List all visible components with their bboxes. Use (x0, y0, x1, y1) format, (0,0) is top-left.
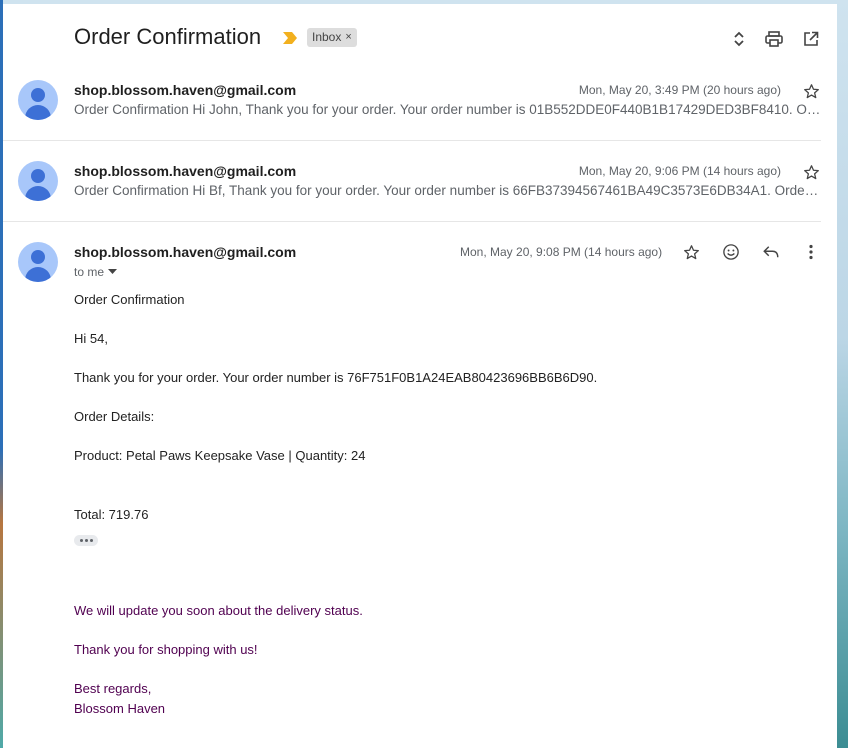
show-trimmed-content-button[interactable] (74, 535, 98, 546)
open-in-new-window-button[interactable] (800, 28, 822, 50)
add-reaction-button[interactable] (720, 241, 742, 263)
reply-icon (763, 246, 779, 258)
inbox-label-chip: Inbox × (307, 28, 357, 47)
message-timestamp: Mon, May 20, 9:06 PM (14 hours ago) (578, 164, 781, 178)
thread-subject: Order Confirmation (74, 24, 262, 49)
star-icon (803, 164, 819, 179)
remove-label-button[interactable]: × (345, 28, 351, 47)
order-number-line: Thank you for your order. Your order num… (74, 370, 598, 385)
open-in-new-window-icon (804, 31, 819, 46)
divider (3, 221, 821, 222)
star-button[interactable] (800, 161, 822, 183)
star-icon (683, 244, 699, 259)
order-details-heading: Order Details: (74, 409, 155, 424)
reply-button[interactable] (760, 241, 782, 263)
avatar (18, 80, 58, 120)
message-timestamp: Mon, May 20, 9:08 PM (14 hours ago) (460, 245, 663, 259)
collapsed-message[interactable]: shop.blossom.haven@gmail.com Mon, May 20… (3, 70, 837, 140)
print-icon (765, 31, 783, 47)
email-thread-panel: Order Confirmation Inbox × shop.blossom.… (3, 4, 837, 748)
expand-collapse-icon (734, 31, 744, 47)
subject-bar: Order Confirmation Inbox × (3, 4, 837, 70)
closing-regards: Best regards, (74, 681, 152, 696)
message-snippet: Order Confirmation Hi Bf, Thank you for … (74, 183, 822, 198)
expand-collapse-button[interactable] (728, 28, 750, 50)
delivery-note: We will update you soon about the delive… (74, 603, 363, 618)
message-timestamp: Mon, May 20, 3:49 PM (20 hours ago) (578, 83, 781, 97)
more-options-button[interactable] (800, 241, 822, 263)
order-total: Total: 719.76 (74, 507, 149, 522)
star-icon (803, 83, 819, 98)
message-snippet: Order Confirmation Hi John, Thank you fo… (74, 102, 822, 117)
star-button[interactable] (800, 80, 822, 102)
signature: Blossom Haven (74, 701, 166, 716)
emoji-icon (723, 244, 739, 260)
shopping-thanks: Thank you for shopping with us! (74, 642, 258, 657)
print-button[interactable] (763, 28, 785, 50)
recipients-toggle[interactable]: to me (74, 265, 118, 279)
collapsed-message[interactable]: shop.blossom.haven@gmail.com Mon, May 20… (3, 151, 837, 221)
label-name: Inbox (312, 30, 342, 44)
product-line: Product: Petal Paws Keepsake Vase | Quan… (74, 448, 366, 463)
sender-email: shop.blossom.haven@gmail.com (74, 82, 297, 98)
email-greeting: Hi 54, (74, 331, 108, 346)
recipient-summary: to me (74, 265, 105, 279)
caret-down-icon (108, 269, 118, 274)
email-body-heading: Order Confirmation (74, 292, 185, 307)
sender-email: shop.blossom.haven@gmail.com (74, 163, 297, 179)
avatar (18, 161, 58, 201)
avatar (18, 242, 58, 282)
sender-email: shop.blossom.haven@gmail.com (74, 244, 297, 260)
importance-marker-icon[interactable] (282, 32, 298, 44)
divider (3, 140, 821, 141)
star-button[interactable] (680, 241, 702, 263)
more-vertical-icon (809, 244, 813, 260)
